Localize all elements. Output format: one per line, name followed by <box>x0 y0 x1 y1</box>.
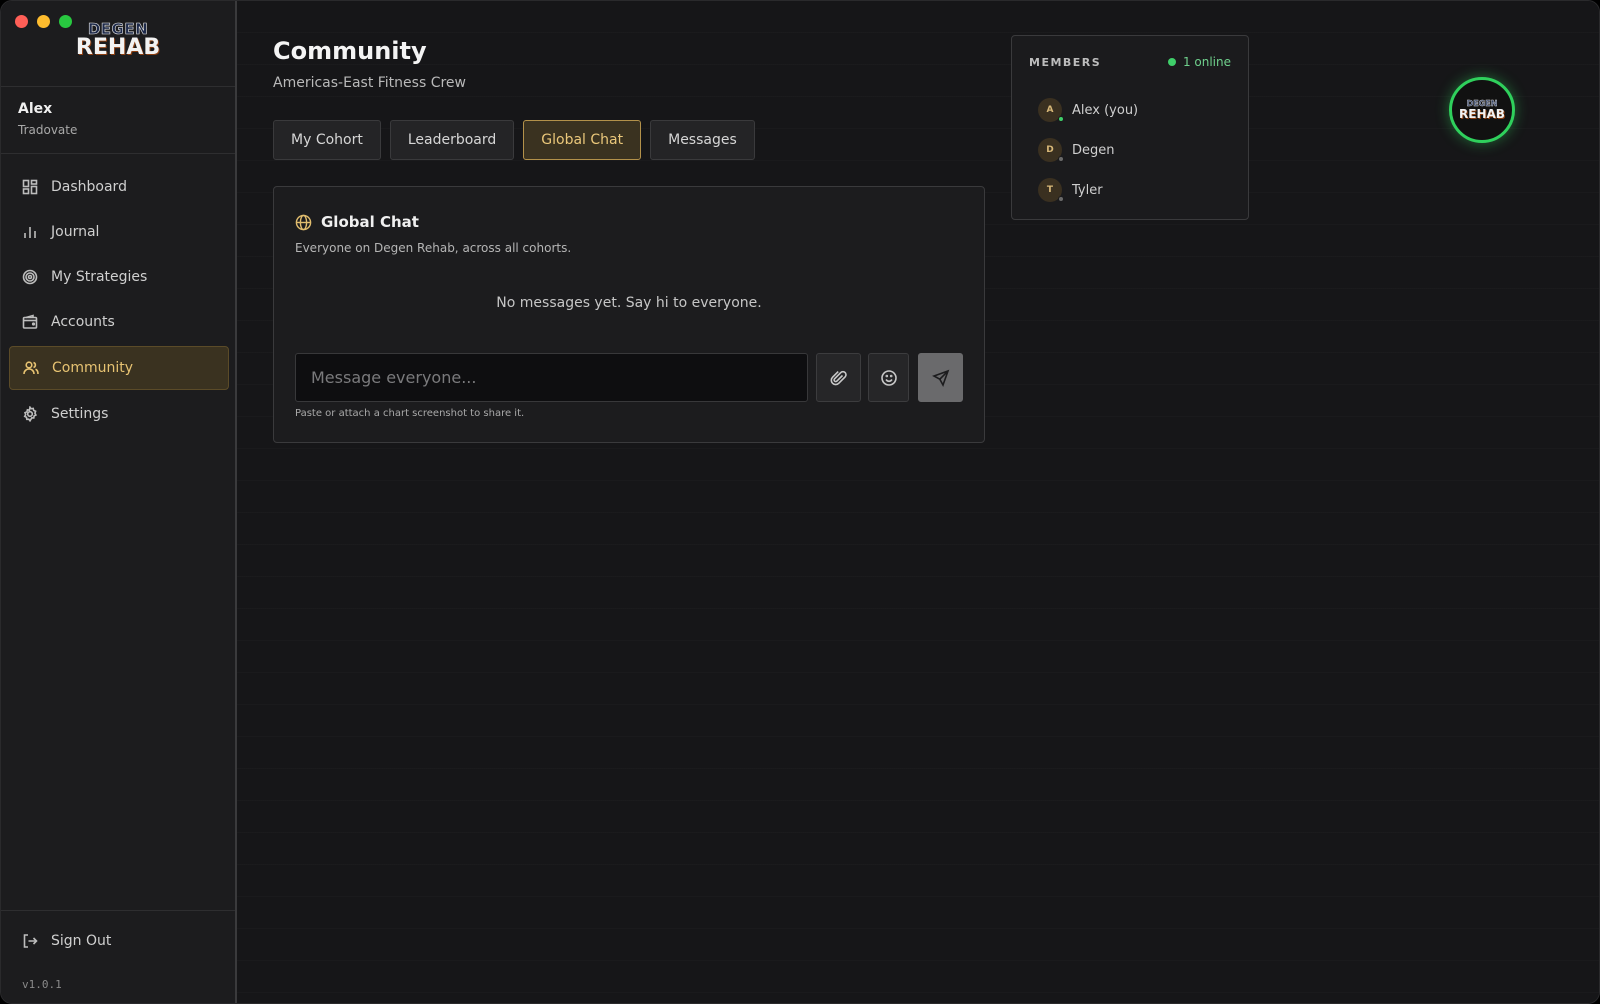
sidebar-divider <box>1 910 235 911</box>
offline-status-dot <box>1058 156 1064 162</box>
sidebar-item-label: Community <box>52 360 134 376</box>
members-heading: MEMBERS <box>1029 56 1102 69</box>
smiley-icon <box>880 369 897 386</box>
avatar-initial: T <box>1046 185 1054 195</box>
avatar-initial: D <box>1046 145 1054 155</box>
tab-global-chat[interactable]: Global Chat <box>523 120 642 160</box>
tab-messages[interactable]: Messages <box>650 120 755 160</box>
sidebar-item-label: Journal <box>51 224 100 240</box>
offline-status-dot <box>1058 196 1064 202</box>
attach-button[interactable] <box>816 353 861 402</box>
send-icon <box>931 369 949 387</box>
sidebar-item-settings[interactable]: Settings <box>9 392 229 436</box>
target-icon <box>22 269 38 285</box>
members-panel: MEMBERS 1 online A Alex (you) D Degen T … <box>1011 35 1249 220</box>
sidebar-item-accounts[interactable]: Accounts <box>9 300 229 344</box>
users-icon <box>23 360 39 376</box>
bar-chart-icon <box>22 224 38 240</box>
member-list: A Alex (you) D Degen T Tyler <box>1038 90 1138 210</box>
globe-icon <box>295 214 312 230</box>
avatar: T <box>1038 178 1064 202</box>
sidebar-item-community[interactable]: Community <box>9 346 229 390</box>
sidebar-item-journal[interactable]: Journal <box>9 210 229 254</box>
wallet-icon <box>22 314 38 330</box>
online-count: 1 online <box>1167 55 1231 69</box>
online-count-label: 1 online <box>1182 55 1231 69</box>
maximize-window-button[interactable] <box>59 15 72 28</box>
chat-hint: Paste or attach a chart screenshot to sh… <box>295 408 525 419</box>
member-item[interactable]: T Tyler <box>1038 170 1138 210</box>
chat-description: Everyone on Degen Rehab, across all coho… <box>295 241 572 255</box>
chat-header: Global Chat <box>295 213 419 231</box>
avatar: D <box>1038 138 1064 162</box>
user-broker: Tradovate <box>18 123 78 137</box>
sidebar: DEGEN REHAB Alex Tradovate Dashboard Jou… <box>1 1 237 1003</box>
global-chat-card: Global Chat Everyone on Degen Rehab, acr… <box>273 186 985 443</box>
sidebar-divider <box>1 86 235 87</box>
page-title: Community <box>273 37 427 65</box>
app-version: v1.0.1 <box>22 978 62 991</box>
user-name: Alex <box>18 101 53 117</box>
sign-out-icon <box>23 934 38 948</box>
sidebar-nav: Dashboard Journal My Strategies Accounts <box>9 165 229 437</box>
minimize-window-button[interactable] <box>37 15 50 28</box>
send-button[interactable] <box>918 353 963 402</box>
online-status-dot <box>1167 58 1176 66</box>
avatar-initial: A <box>1046 105 1054 115</box>
page-subtitle: Americas-East Fitness Crew <box>273 75 466 91</box>
member-name: Degen <box>1072 142 1115 158</box>
sidebar-divider <box>1 153 235 154</box>
member-item[interactable]: A Alex (you) <box>1038 90 1138 130</box>
sidebar-item-label: My Strategies <box>51 269 148 285</box>
paperclip-icon <box>830 370 847 385</box>
chat-title: Global Chat <box>321 213 419 231</box>
emoji-button[interactable] <box>868 353 909 402</box>
tab-leaderboard[interactable]: Leaderboard <box>389 120 515 160</box>
member-name: Alex (you) <box>1072 102 1139 118</box>
user-profile: Alex Tradovate <box>18 101 77 137</box>
degen-rehab-badge[interactable]: DEGEN REHAB <box>1449 77 1515 143</box>
tab-my-cohort[interactable]: My Cohort <box>273 120 381 160</box>
sidebar-item-label: Accounts <box>51 314 115 330</box>
message-input[interactable] <box>295 353 808 402</box>
gear-icon <box>22 406 38 422</box>
dashboard-icon <box>22 179 38 195</box>
close-window-button[interactable] <box>15 15 28 28</box>
badge-bottom-text: REHAB <box>1459 107 1505 121</box>
window-controls <box>15 15 72 28</box>
sidebar-item-my-strategies[interactable]: My Strategies <box>9 255 229 299</box>
app-logo: DEGEN REHAB <box>75 21 161 69</box>
chat-empty-state: No messages yet. Say hi to everyone. <box>496 295 762 311</box>
member-item[interactable]: D Degen <box>1038 130 1138 170</box>
community-tabs: My Cohort Leaderboard Global Chat Messag… <box>273 120 755 160</box>
sidebar-item-dashboard[interactable]: Dashboard <box>9 165 229 209</box>
sidebar-item-label: Settings <box>51 406 109 422</box>
sign-out-label: Sign Out <box>51 933 112 949</box>
sidebar-item-label: Dashboard <box>51 179 127 195</box>
sign-out-button[interactable]: Sign Out <box>22 933 111 949</box>
avatar: A <box>1038 98 1064 122</box>
online-status-dot <box>1058 116 1064 122</box>
member-name: Tyler <box>1072 182 1103 198</box>
logo-bottom-text: REHAB <box>75 35 161 60</box>
app-window: DEGEN REHAB Alex Tradovate Dashboard Jou… <box>0 0 1600 1004</box>
